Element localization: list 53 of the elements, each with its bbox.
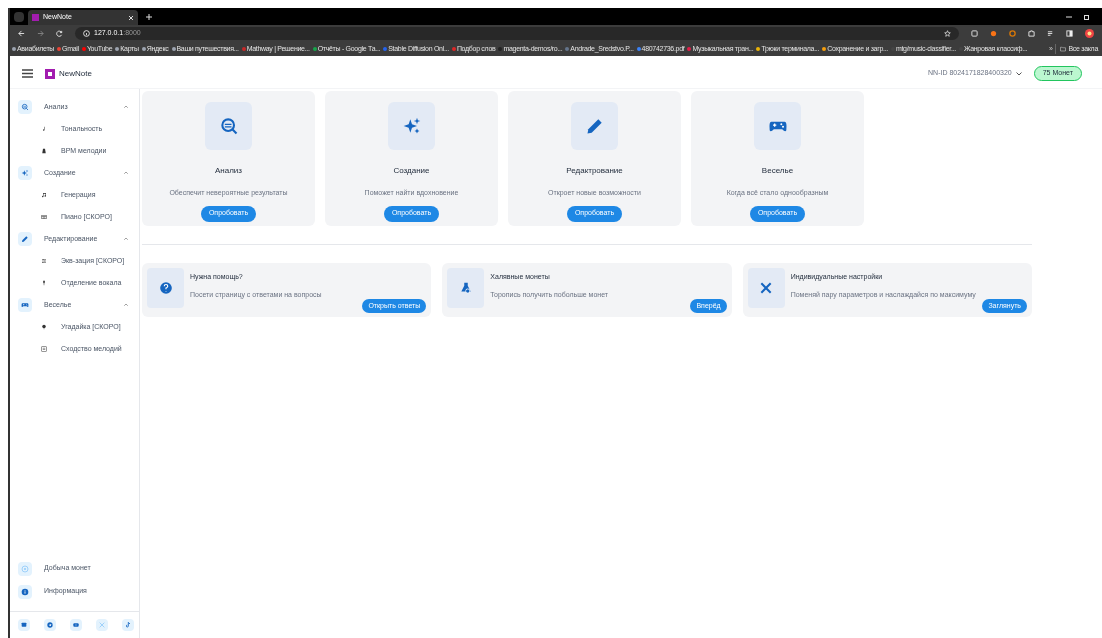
card-title: Редактрование [566,165,623,177]
chat-icon [20,621,28,629]
chevron-up-icon [123,104,129,110]
favicon-icon [32,14,39,21]
telegram-icon [46,621,54,629]
minimize-icon[interactable] [1066,13,1072,20]
profile-icon[interactable] [1085,29,1094,38]
music-notes-icon [41,192,47,198]
chevron-down-icon [1015,71,1022,76]
forward-icon[interactable] [37,30,44,37]
chat-link[interactable] [18,619,30,631]
help-icon [158,281,173,295]
chevron-up-icon [123,170,129,176]
brand-name: NewNote [59,67,92,80]
equalizer-icon [41,258,47,264]
restore-icon[interactable] [1084,13,1090,20]
chevron-up-icon [123,302,129,308]
piano-icon [41,214,47,220]
sparkles-badge-icon [18,166,32,180]
extension-icon[interactable] [990,30,997,37]
folder-icon [1060,46,1067,52]
video-icon [72,621,80,629]
video-link[interactable] [70,619,82,631]
tiktok-icon [124,621,132,629]
flask-coin-icon [458,281,473,295]
card-title: Создание [393,165,430,177]
pencil-badge-icon [18,232,32,246]
card-title: Анализ [215,165,242,177]
comparison-icon [41,346,47,352]
search-icon [218,116,239,136]
info-icon [21,587,29,596]
star-icon[interactable] [944,30,951,37]
back-icon[interactable] [18,30,25,37]
x-logo-icon [98,621,106,629]
chevron-up-icon [123,236,129,242]
extension-icon[interactable] [1009,30,1016,37]
media-icon[interactable] [1047,30,1054,37]
reload-icon[interactable] [56,30,63,37]
side-panel-icon[interactable] [1066,30,1073,37]
menu-icon[interactable] [22,69,33,78]
music-note-icon [41,126,47,132]
coin-icon [21,564,29,573]
gamepad-badge-icon [18,298,32,312]
logo-icon [45,68,55,79]
info-icon [83,30,90,37]
metronome-icon [41,148,47,154]
new-tab-icon[interactable] [146,13,152,20]
pencil-icon [584,116,605,136]
search-badge-icon [18,100,32,114]
tiktok-link[interactable] [122,619,134,631]
close-icon[interactable] [128,14,134,21]
card-title: Веселье [761,165,794,177]
telegram-link[interactable] [44,619,56,631]
